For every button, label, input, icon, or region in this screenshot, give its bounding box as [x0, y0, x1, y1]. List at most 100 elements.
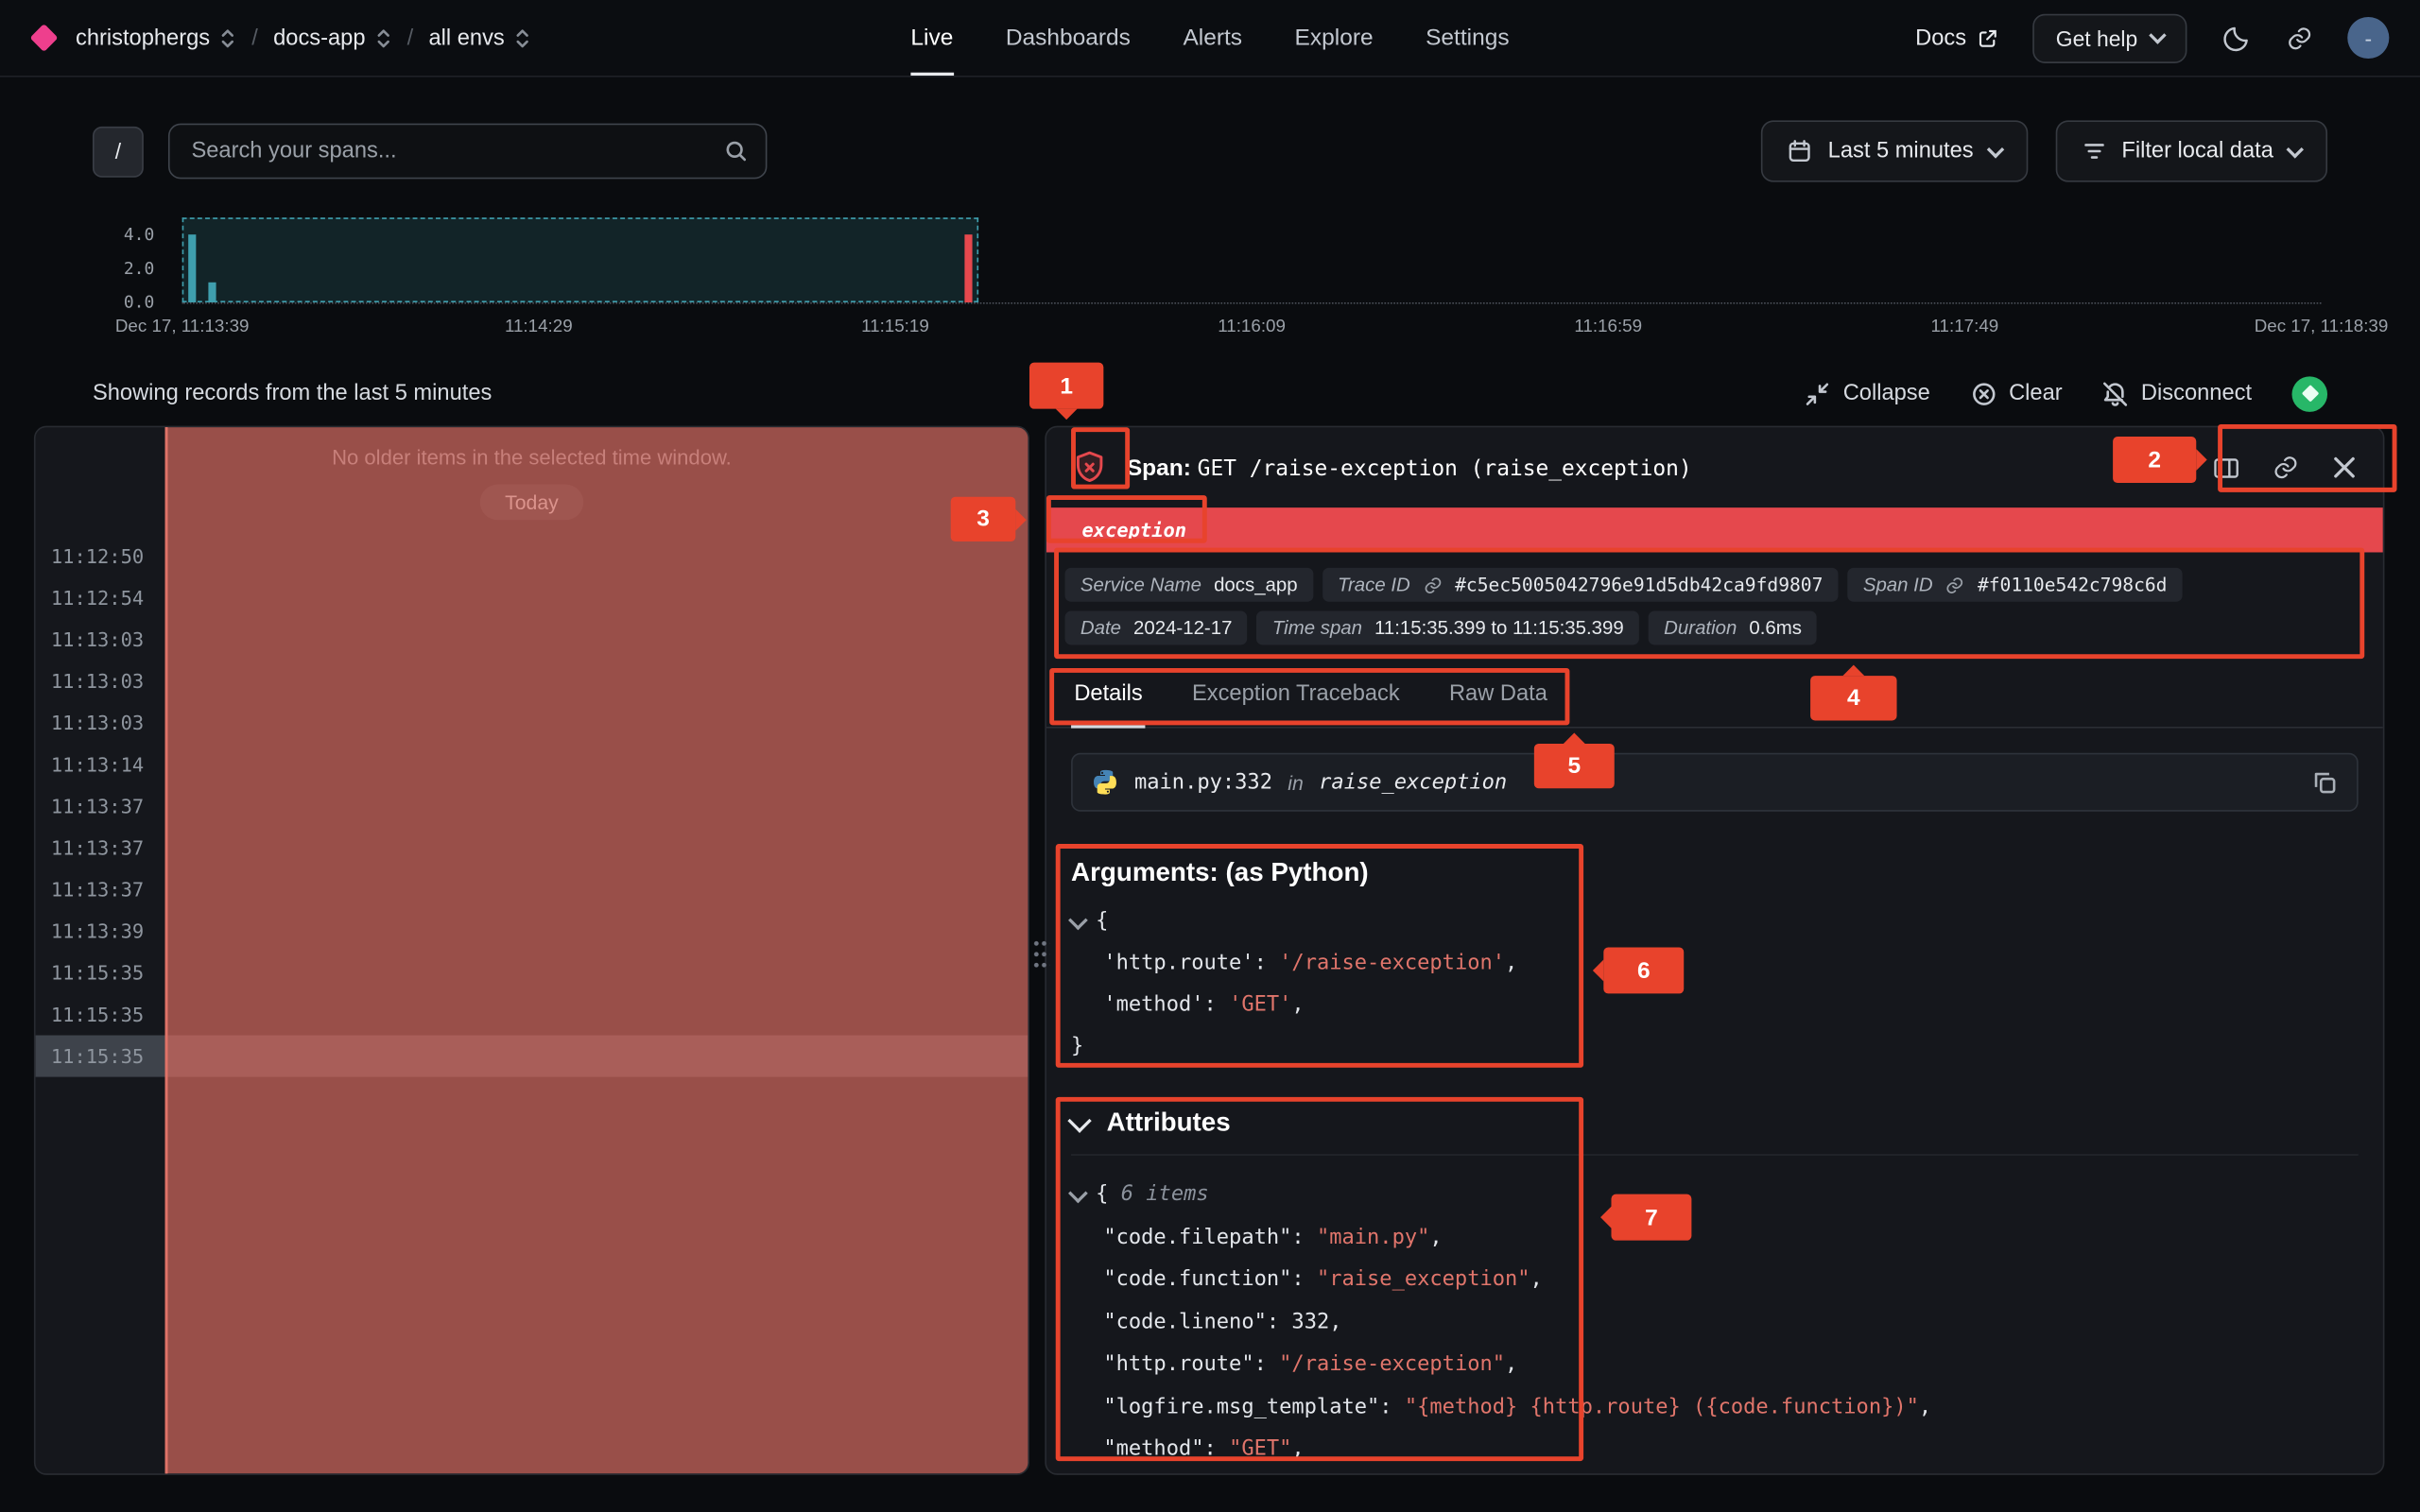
open-in-panel-button[interactable] [2212, 453, 2241, 482]
filter-button[interactable]: Filter local data [2055, 120, 2327, 181]
code-line: "code.lineno": 332, [1071, 1301, 2359, 1344]
code-token: , [1530, 1266, 1543, 1291]
detail-title-name: GET /raise-exception (raise_exception) [1198, 455, 1692, 480]
selection-window[interactable] [182, 217, 978, 302]
disconnect-button[interactable]: Disconnect [2102, 380, 2252, 406]
copy-code-location-button[interactable] [2312, 769, 2339, 796]
chip-label: Duration [1664, 617, 1737, 639]
span-metadata: Service Name docs_app Trace ID#c5ec5005042… [1046, 552, 2383, 666]
tab-details[interactable]: Details [1071, 673, 1146, 729]
primary-nav-tabs: Live Dashboards Alerts Explore Settings [910, 0, 1509, 76]
close-icon [2330, 454, 2358, 481]
top-nav: christophergs docs-app all envs Live Das… [0, 0, 2420, 77]
time-range-label: Last 5 minutes [1828, 139, 1974, 163]
chevron-down-icon [2149, 26, 2166, 43]
attributes-header[interactable]: Attributes [1071, 1108, 2359, 1156]
chip-value: docs_app [1214, 574, 1298, 595]
chip-value: 11:15:35.399 to 11:15:35.399 [1374, 617, 1624, 639]
search-input[interactable] [168, 124, 767, 180]
toolbar-right: Last 5 minutes Filter local data [1761, 120, 2327, 181]
span-rows: 11:12:50docs_app◆GET /livereload/1270363… [36, 536, 1028, 1077]
chip-label: Service Name [1080, 574, 1201, 595]
link-icon [1423, 575, 1443, 594]
code-line: { [1071, 901, 2359, 942]
collapse-caret[interactable] [1071, 1174, 1096, 1216]
histogram-bar [208, 282, 216, 302]
breadcrumb-separator [251, 26, 258, 50]
y-tick-label: 4.0 [124, 225, 154, 245]
span-time: 11:13:14 [51, 753, 153, 776]
span-time: 11:12:50 [51, 544, 153, 567]
copy-icon [2312, 769, 2339, 796]
docs-link[interactable]: Docs [1915, 26, 1998, 50]
chevron-down-icon [1986, 140, 2003, 157]
chevron-down-icon [1068, 910, 1088, 930]
code-in-word: in [1288, 771, 1304, 794]
span-list-panel: No older items in the selected time wind… [34, 426, 1029, 1475]
detail-body: main.py:332 in raise_exception Arguments… [1046, 729, 2383, 1475]
code-location-bar: main.py:332 in raise_exception [1071, 753, 2359, 812]
tab-exception-traceback[interactable]: Exception Traceback [1189, 673, 1403, 729]
code-token: , [1291, 992, 1304, 1017]
code-token: 332 [1291, 1309, 1329, 1333]
code-token: : [1254, 951, 1280, 975]
code-token: 'method' [1103, 992, 1203, 1017]
get-help-label: Get help [2056, 26, 2137, 50]
share-link-button[interactable] [2286, 24, 2313, 51]
tab-alerts[interactable]: Alerts [1183, 0, 1242, 76]
code-token: "code.filepath" [1103, 1225, 1291, 1249]
link-icon [2272, 454, 2299, 481]
time-range-button[interactable]: Last 5 minutes [1761, 120, 2027, 181]
code-token: : [1291, 1266, 1317, 1291]
code-token: '/raise-exception' [1279, 951, 1505, 975]
span-row[interactable]: 11:15:35docs_app◆GET /raise-exception …e… [36, 1036, 1028, 1077]
meta-chip: Trace ID#c5ec5005042796e91d5db42ca9fd980… [1322, 568, 1839, 602]
collapse-caret[interactable] [1071, 901, 1096, 942]
disconnect-label: Disconnect [2141, 381, 2252, 405]
avatar[interactable]: - [2347, 17, 2389, 59]
code-line: "code.function": "raise_exception", [1071, 1259, 2359, 1301]
status-row: Showing records from the last 5 minutes … [93, 373, 2327, 413]
span-histogram: 4.02.00.0 Dec 17, 11:13:3911:14:2911:15:… [93, 217, 2322, 342]
close-detail-button[interactable] [2330, 454, 2358, 481]
tab-raw-data[interactable]: Raw Data [1446, 673, 1550, 729]
link-icon-wrap[interactable] [1945, 575, 1965, 594]
get-help-button[interactable]: Get help [2032, 13, 2187, 62]
breadcrumb-org[interactable]: christophergs [76, 26, 236, 50]
histogram-plot[interactable] [182, 217, 2322, 303]
live-indicator[interactable] [2291, 376, 2327, 412]
nav-right-actions: Docs Get help - [1915, 13, 2389, 62]
clear-button[interactable]: Clear [1970, 380, 2062, 406]
breadcrumb-separator [407, 26, 414, 50]
code-token: : [1204, 992, 1230, 1017]
collapse-button[interactable]: Collapse [1805, 380, 1930, 406]
theme-toggle-button[interactable] [2221, 23, 2252, 54]
tab-settings[interactable]: Settings [1426, 0, 1509, 76]
external-link-icon [1978, 27, 1999, 49]
attributes-title: Attributes [1107, 1108, 1231, 1139]
attributes-code: { 6 items"code.filepath": "main.py","cod… [1071, 1174, 2359, 1470]
status-actions: Collapse Clear Disconnect [1805, 376, 2327, 412]
chip-label: Date [1080, 617, 1121, 639]
tab-live[interactable]: Live [910, 0, 953, 76]
shield-error-icon [1071, 449, 1108, 486]
detail-header: Span: GET /raise-exception (raise_except… [1046, 427, 2383, 507]
code-token: , [1919, 1394, 1931, 1418]
breadcrumb-project[interactable]: docs-app [273, 26, 391, 50]
y-axis: 4.02.00.0 [93, 217, 170, 302]
detail-title: Span: GET /raise-exception (raise_except… [1127, 455, 1692, 481]
code-token: "raise_exception" [1317, 1266, 1530, 1291]
tab-explore[interactable]: Explore [1295, 0, 1374, 76]
code-token: : [1267, 1309, 1292, 1333]
code-token: "method" [1103, 1436, 1203, 1461]
copy-span-link-button[interactable] [2272, 454, 2299, 481]
chip-label: Trace ID [1338, 574, 1410, 595]
code-token: : [1204, 1436, 1230, 1461]
breadcrumb-env[interactable]: all envs [428, 26, 530, 50]
filter-label: Filter local data [2121, 139, 2273, 163]
panel-resize-handle[interactable] [1032, 938, 1049, 970]
slash-shortcut-hint: / [93, 126, 144, 177]
tab-dashboards[interactable]: Dashboards [1006, 0, 1131, 76]
logfire-logo-icon[interactable] [30, 24, 59, 52]
link-icon-wrap[interactable] [1423, 575, 1443, 594]
